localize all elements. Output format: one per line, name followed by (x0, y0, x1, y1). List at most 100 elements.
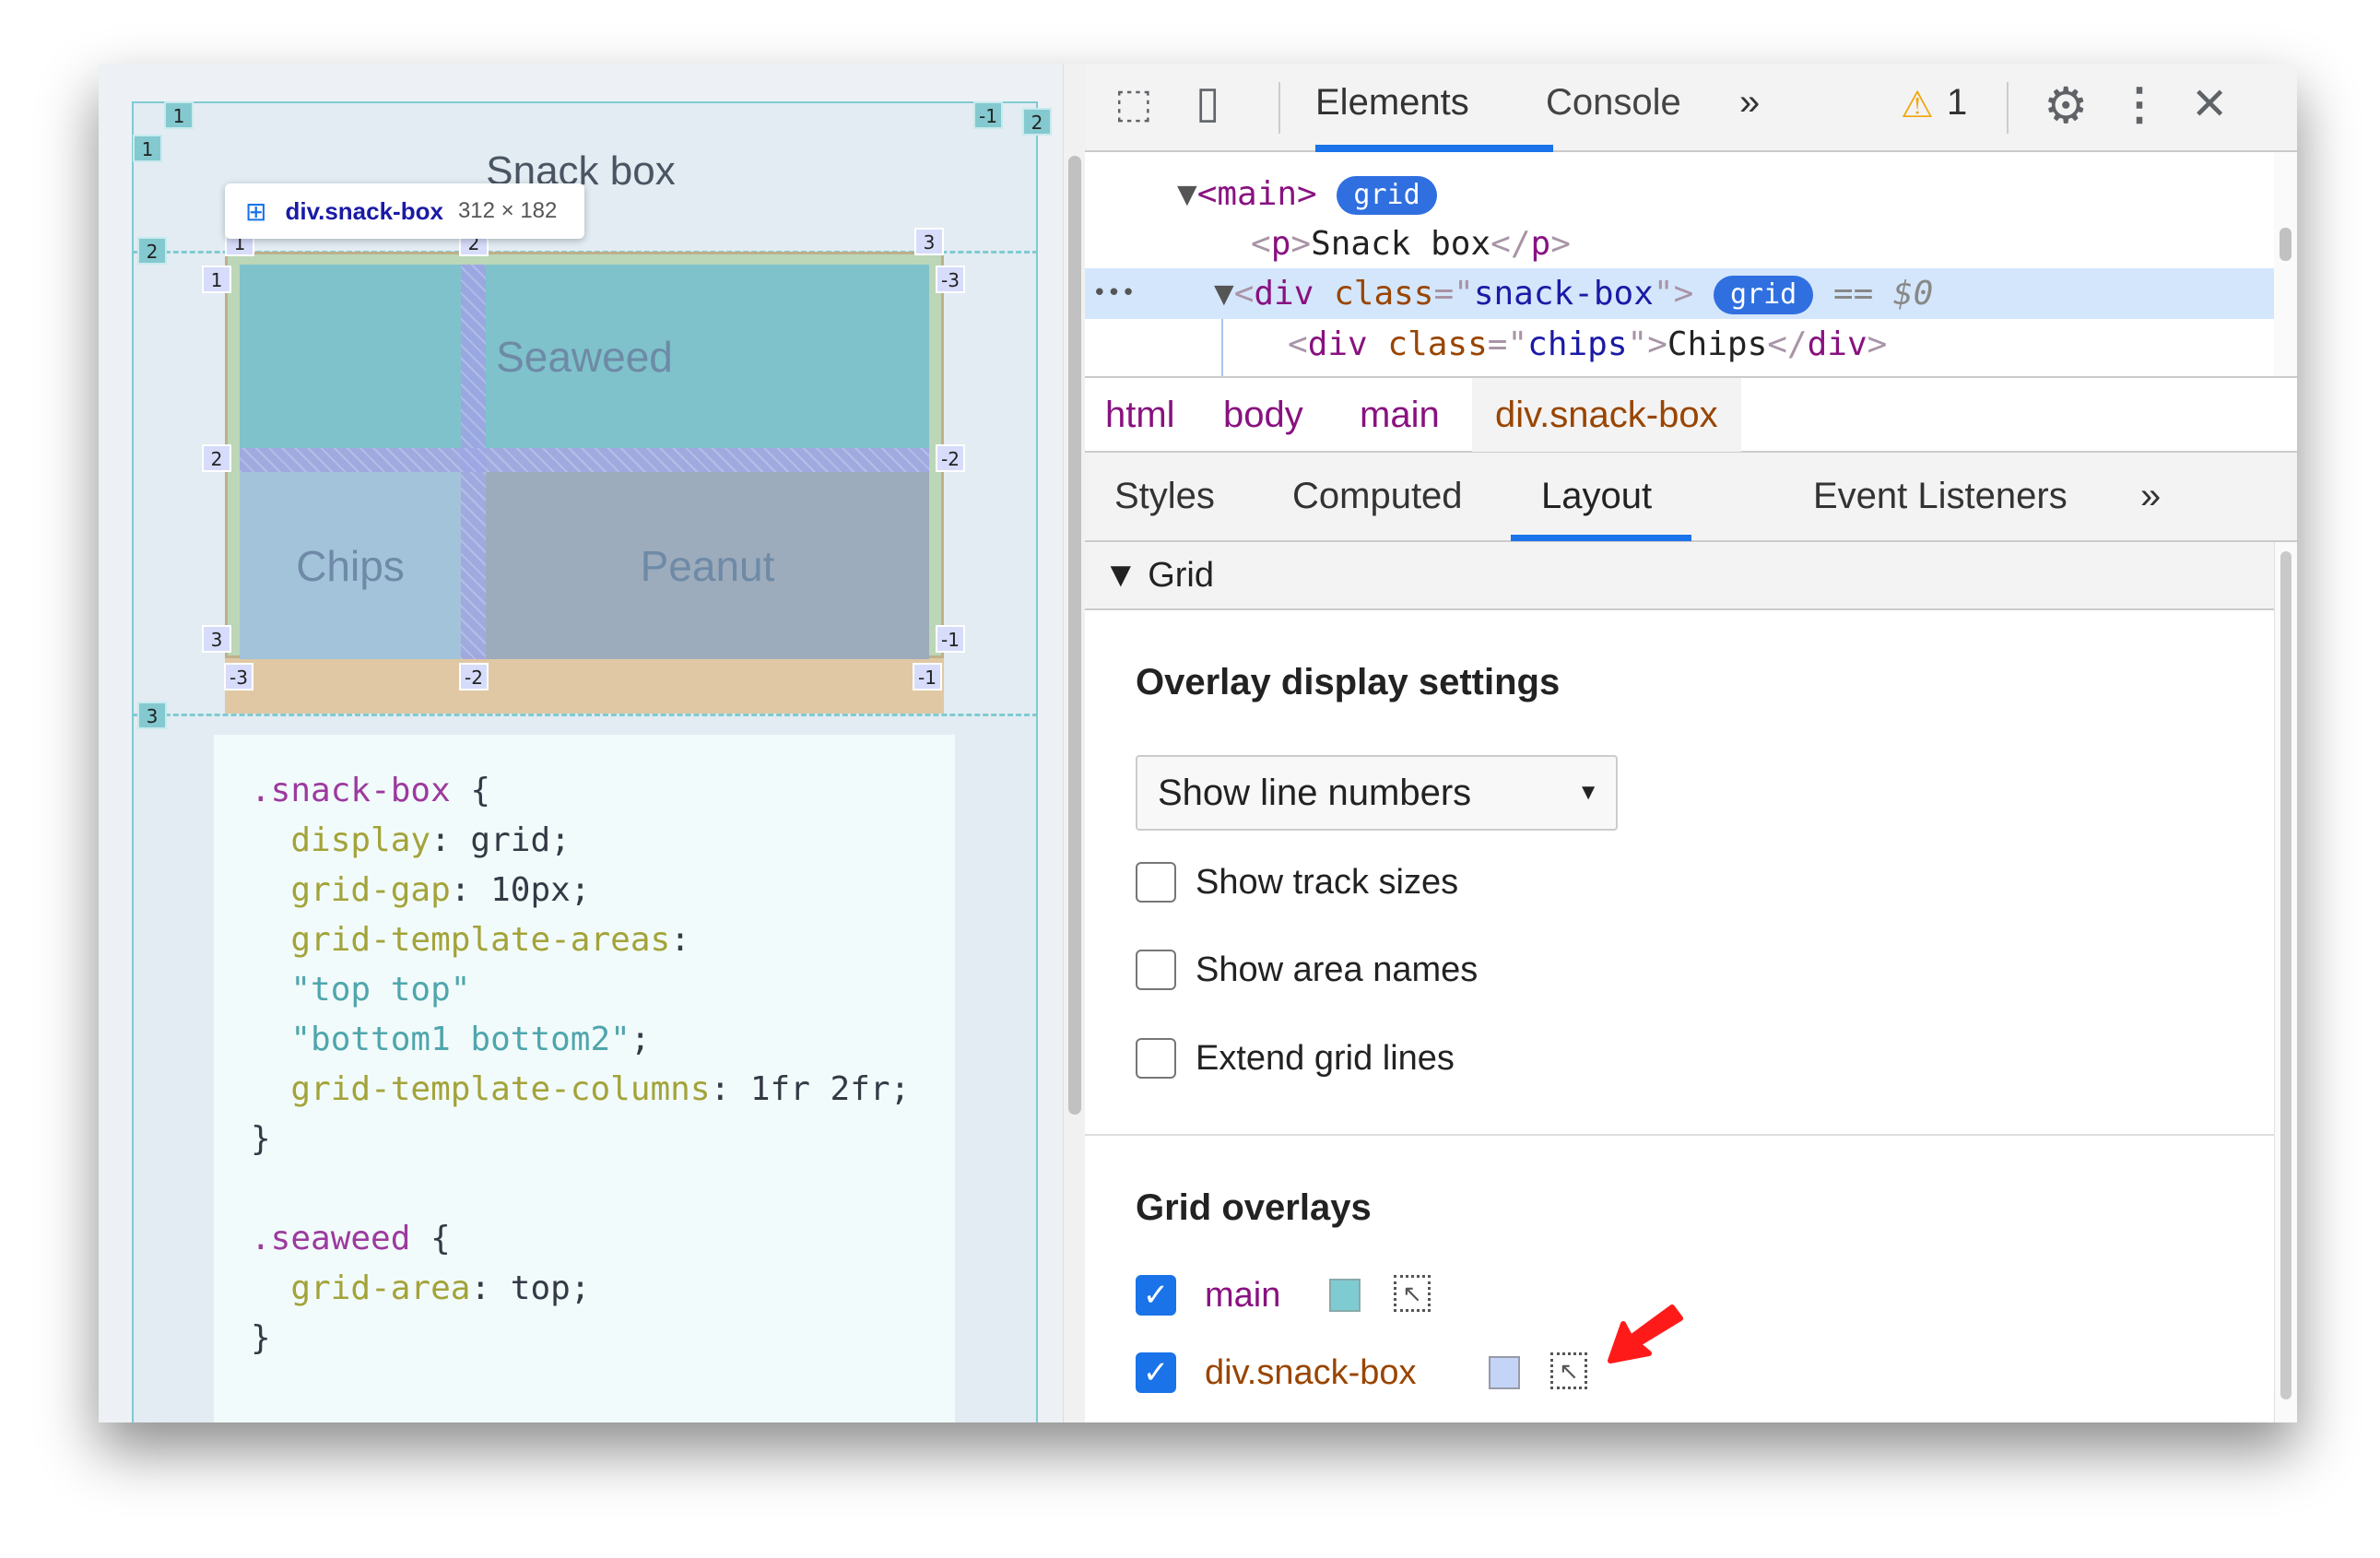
grid-icon: ⊞ (245, 196, 267, 226)
snack-box-overlay-label[interactable]: div.snack-box (1205, 1352, 1417, 1393)
line-number-badge: 3 (202, 625, 231, 653)
line-number-badge: -1 (913, 663, 942, 690)
line-number-badge: -2 (459, 663, 489, 690)
scrollbar-thumb[interactable] (2280, 228, 2292, 261)
tooltip-selector: div.snack-box (285, 196, 443, 225)
expand-triangle-icon[interactable]: ▼ (1177, 175, 1197, 213)
code-line: grid-template-columns: 1fr 2fr; (290, 1070, 911, 1108)
tab-styles[interactable]: Styles (1114, 453, 1215, 539)
browser-window: Snack box Seaweed Chips Peanut 1 1 -1 2 … (99, 64, 2297, 1422)
tab-computed[interactable]: Computed (1292, 453, 1463, 539)
code-line: grid-template-areas: (290, 921, 690, 959)
panel-scrollbar[interactable] (2274, 542, 2297, 1422)
breadcrumb-div-snack-box[interactable]: div.snack-box (1472, 378, 1741, 452)
more-options-icon[interactable]: ⋮ (2117, 78, 2162, 130)
warning-count[interactable]: 1 (1947, 82, 1967, 124)
settings-gear-icon[interactable]: ⚙ (2044, 77, 2088, 135)
breadcrumb: html body main div.snack-box (1085, 376, 2297, 453)
dom-node-main[interactable]: ▼<main> grid (1085, 169, 2274, 219)
layout-pane: ▼ Grid Overlay display settings Show lin… (1085, 542, 2274, 1422)
breadcrumb-html[interactable]: html (1105, 378, 1175, 452)
scrollbar-thumb[interactable] (2280, 551, 2292, 1399)
line-number-badge: 1 (202, 266, 231, 293)
dom-node-snack-box[interactable]: ••• ▼<div class="snack-box"> grid == $0 (1085, 268, 2274, 319)
main-tag: <main> (1196, 175, 1317, 213)
main-grid-line (132, 714, 1038, 716)
code-block: .snack-box { display: grid; grid-gap: 10… (214, 735, 955, 1422)
code-line: .seaweed { (251, 1220, 451, 1257)
chips-label: Chips (296, 541, 405, 590)
code-line: } (251, 1120, 271, 1158)
sidebar-tabs: Styles Computed Layout Event Listeners » (1085, 453, 2297, 542)
snack-box-overlay-checkbox[interactable]: ✓ (1136, 1352, 1176, 1393)
snack-box-overlay-color-swatch[interactable] (1489, 1356, 1520, 1389)
grid-section-header[interactable]: ▼ Grid (1085, 542, 2274, 610)
close-icon[interactable]: ✕ (2191, 78, 2228, 130)
dom-scrollbar[interactable] (2274, 152, 2297, 376)
scrollbar-thumb[interactable] (1068, 156, 1081, 1115)
chips-cell: Chips (240, 472, 461, 659)
breadcrumb-main[interactable]: main (1360, 378, 1440, 452)
more-subtabs-button[interactable]: » (2140, 453, 2161, 539)
element-tooltip: ⊞ div.snack-box 312 × 182 (225, 183, 584, 239)
line-number-badge: -3 (224, 663, 253, 690)
dom-node-p[interactable]: <p>Snack box</p> (1085, 218, 2274, 269)
line-number-badge: -1 (973, 101, 1003, 129)
more-tabs-button[interactable]: » (1739, 82, 1760, 124)
highlight-element-icon[interactable]: ↖ (1550, 1352, 1587, 1389)
line-number-badge: 1 (164, 101, 194, 129)
node-actions-dots[interactable]: ••• (1092, 268, 1136, 319)
code-line: display: grid; (290, 821, 571, 859)
main-overlay-color-swatch[interactable] (1329, 1279, 1361, 1312)
code-line: } (251, 1319, 271, 1357)
section-divider (1085, 1134, 2274, 1136)
dom-node-chips[interactable]: <div class="chips">Chips</div> (1085, 319, 2274, 370)
show-area-names-label[interactable]: Show area names (1196, 950, 1478, 990)
row-gap (240, 448, 929, 472)
overlay-settings-heading: Overlay display settings (1136, 662, 1561, 702)
main-overlay-label[interactable]: main (1205, 1275, 1280, 1316)
line-number-badge: 3 (914, 228, 944, 255)
main-overlay-checkbox[interactable]: ✓ (1136, 1275, 1176, 1316)
extend-grid-lines-label[interactable]: Extend grid lines (1196, 1038, 1455, 1079)
code-line: "top top" (290, 971, 471, 1009)
line-numbers-select[interactable]: Show line numbers ▼ (1136, 755, 1618, 831)
toolbar-divider (1278, 82, 1280, 134)
device-toolbar-icon[interactable]: ▯ (1196, 77, 1219, 128)
dom-tree: ▼<main> grid <p>Snack box</p> ••• ▼<div c… (1085, 152, 2274, 376)
grid-badge[interactable]: grid (1713, 276, 1814, 314)
code-line: "bottom1 bottom2"; (290, 1021, 651, 1058)
active-subtab-indicator (1511, 535, 1691, 541)
devtools-panel: ⬚ ▯ Elements Console » ⚠ 1 ⚙ ⋮ ✕ ▼<main>… (1085, 64, 2297, 1422)
line-number-badge: 3 (137, 702, 167, 729)
grid-section-title: Grid (1148, 556, 1214, 595)
extend-grid-lines-checkbox[interactable] (1136, 1038, 1176, 1079)
show-track-sizes-label[interactable]: Show track sizes (1196, 862, 1458, 903)
highlight-element-icon[interactable]: ↖ (1394, 1275, 1431, 1312)
line-number-badge: -2 (936, 444, 965, 472)
line-number-badge: 2 (137, 237, 167, 265)
tab-console[interactable]: Console (1546, 82, 1681, 124)
show-area-names-checkbox[interactable] (1136, 950, 1176, 990)
toolbar-divider (2007, 82, 2009, 134)
page-viewport: Snack box Seaweed Chips Peanut 1 1 -1 2 … (99, 64, 1063, 1422)
viewport-scrollbar[interactable] (1063, 64, 1085, 1422)
line-number-badge: -3 (936, 266, 965, 293)
line-number-badge: -1 (936, 625, 965, 653)
active-tab-indicator (1315, 145, 1553, 152)
collapse-triangle-icon: ▼ (1103, 556, 1138, 595)
seaweed-label: Seaweed (496, 332, 673, 381)
tab-layout[interactable]: Layout (1541, 453, 1652, 539)
devtools-toolbar: ⬚ ▯ Elements Console » ⚠ 1 ⚙ ⋮ ✕ (1085, 64, 2297, 152)
line-number-badge: 1 (133, 135, 162, 162)
peanut-cell: Peanut (486, 472, 929, 659)
tab-elements[interactable]: Elements (1315, 82, 1469, 124)
code-line: .snack-box { (251, 772, 491, 809)
breadcrumb-body[interactable]: body (1223, 378, 1303, 452)
grid-badge[interactable]: grid (1337, 176, 1437, 215)
tab-event-listeners[interactable]: Event Listeners (1813, 453, 2068, 539)
show-track-sizes-checkbox[interactable] (1136, 862, 1176, 903)
warning-icon[interactable]: ⚠ (1901, 84, 1934, 126)
inspect-element-icon[interactable]: ⬚ (1114, 80, 1153, 127)
peanut-label: Peanut (640, 541, 775, 590)
